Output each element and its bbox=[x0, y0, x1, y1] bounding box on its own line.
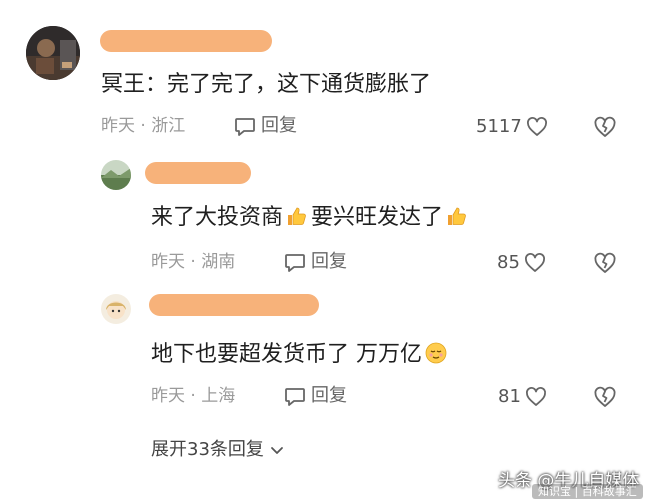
reply-label-3: 回复 bbox=[311, 385, 347, 406]
reply-label-2: 回复 bbox=[311, 251, 347, 272]
expand-replies-button[interactable]: 展开33条回复 bbox=[151, 438, 286, 462]
comment-avatar-2[interactable] bbox=[101, 160, 131, 190]
comment-text-1: 冥王：完了完了，这下通货膨胀了 bbox=[101, 70, 431, 100]
comment-text-2-prefix: 来了大投资商 bbox=[151, 205, 284, 230]
like-button-2[interactable]: 85 bbox=[497, 251, 547, 275]
username-placeholder-3[interactable] bbox=[149, 294, 319, 316]
dislike-button-3[interactable] bbox=[592, 384, 618, 410]
reply-label-1: 回复 bbox=[261, 115, 297, 136]
like-count-3: 81 bbox=[498, 386, 521, 407]
like-count-2: 85 bbox=[497, 252, 520, 273]
reply-icon bbox=[285, 254, 305, 272]
relieved-face-icon bbox=[425, 342, 447, 364]
comment-avatar-3[interactable] bbox=[101, 294, 131, 324]
comment-text-3: 地下也要超发货币了 万万亿 bbox=[151, 340, 450, 370]
like-button-3[interactable]: 81 bbox=[498, 385, 548, 409]
broken-heart-icon bbox=[594, 252, 616, 273]
chevron-down-icon bbox=[271, 447, 283, 454]
cartoon-girl-avatar-icon bbox=[101, 294, 131, 324]
thumbs-up-icon bbox=[288, 207, 306, 225]
watermark-sub: 知识宝 | 百科故事汇 bbox=[532, 484, 643, 499]
heart-icon bbox=[526, 117, 547, 136]
username-placeholder-2[interactable] bbox=[145, 162, 251, 184]
comment-text-2: 来了大投资商 要兴旺发达了 bbox=[151, 203, 471, 233]
comment-meta-1: 昨天 · 浙江 bbox=[101, 116, 186, 136]
reply-icon bbox=[235, 118, 255, 136]
comment-meta-2: 昨天 · 湖南 bbox=[151, 252, 236, 272]
heart-icon bbox=[524, 253, 545, 272]
dark-portrait-avatar-icon bbox=[26, 26, 80, 80]
reply-button-1[interactable]: 回复 bbox=[233, 114, 297, 138]
comment-text-1-main: 冥王：完了完了，这下通货膨胀了 bbox=[101, 72, 432, 97]
like-count-1: 5117 bbox=[476, 116, 522, 137]
comment-meta-3: 昨天 · 上海 bbox=[151, 386, 236, 406]
reply-button-3[interactable]: 回复 bbox=[283, 384, 347, 408]
reply-button-2[interactable]: 回复 bbox=[283, 250, 347, 274]
comment-text-3-main: 地下也要超发货币了 万万亿 bbox=[151, 342, 422, 367]
comment-text-2-suffix: 要兴旺发达了 bbox=[311, 205, 444, 230]
broken-heart-icon bbox=[594, 386, 616, 407]
comment-avatar-1[interactable] bbox=[26, 26, 80, 80]
dislike-button-1[interactable] bbox=[592, 114, 618, 140]
username-placeholder-1[interactable] bbox=[100, 30, 272, 52]
expand-replies-label: 展开33条回复 bbox=[151, 439, 264, 460]
broken-heart-icon bbox=[594, 116, 616, 137]
reply-icon bbox=[285, 388, 305, 406]
thumbs-up-icon bbox=[448, 207, 466, 225]
landscape-avatar-icon bbox=[101, 160, 131, 190]
dislike-button-2[interactable] bbox=[592, 250, 618, 276]
heart-icon bbox=[525, 387, 546, 406]
like-button-1[interactable]: 5117 bbox=[476, 115, 549, 139]
